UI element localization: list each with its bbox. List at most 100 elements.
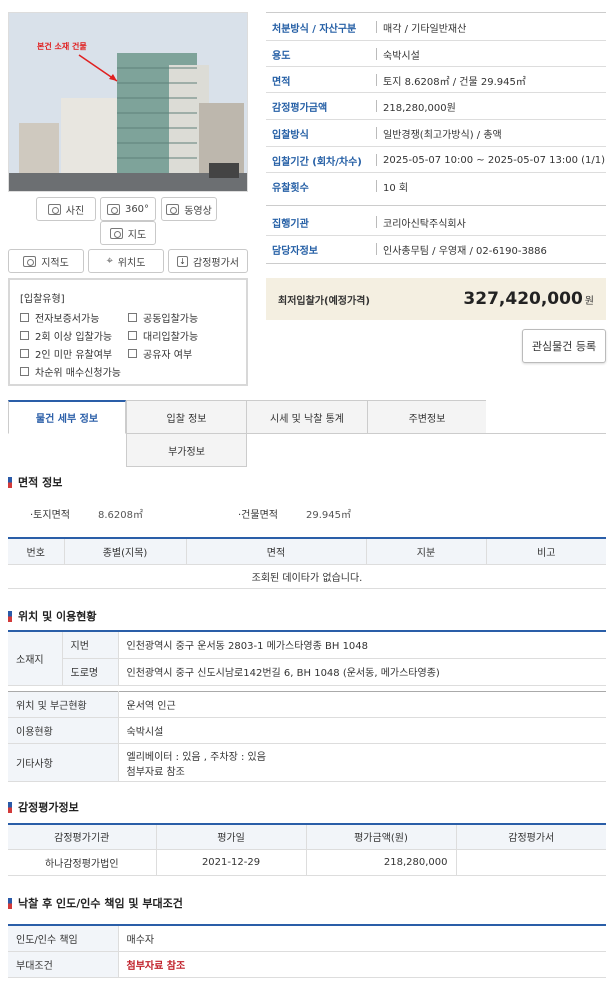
- col-appraiser: 감정평가기관: [8, 824, 157, 850]
- appraisal-amount: 218,280,000: [306, 849, 457, 876]
- location-section-title: 위치 및 이용현황: [8, 608, 97, 624]
- appraisal-report-cell[interactable]: [456, 849, 606, 876]
- checkbox[interactable]: [20, 331, 29, 340]
- appraisal-report-label: 감정평가서: [193, 257, 239, 269]
- etc-line: 엘리베이터 : 있음 , 주차장 : 있음: [126, 751, 266, 763]
- col-remarks: 비고: [486, 538, 606, 565]
- bid-option[interactable]: 2인 미만 유찰여부: [20, 346, 112, 361]
- col-number: 번호: [8, 538, 65, 565]
- empty-message: 조회된 데이타가 없습니다.: [8, 564, 606, 589]
- info-value: 매각 / 기타일반재산: [383, 23, 467, 35]
- bid-type-box: [입찰유형] 전자보증서가능 공동입찰가능 2회 이상 입찰가능 대리입찰가능 …: [8, 278, 248, 386]
- land-area-value: 8.6208㎡: [97, 510, 143, 521]
- building-summary: ·건물면적 29.945㎡: [238, 506, 351, 521]
- cadastral-map-icon: [23, 255, 37, 267]
- info-value: 인사총무팀 / 우영재 / 02-6190-3886: [383, 245, 547, 257]
- tab-bid-info[interactable]: 입찰 정보: [126, 400, 247, 434]
- info-row-bid-method: 입찰방식 일반경쟁(최고가방식) / 총액: [266, 120, 606, 146]
- bid-option[interactable]: 공동입찰가능: [128, 310, 198, 325]
- info-row-appraisal: 감정평가금액 218,280,000원: [266, 93, 606, 119]
- map-icon: [109, 227, 123, 239]
- location-pin-icon: ⌖: [106, 254, 113, 267]
- bid-option-label: 차순위 매수신청가능: [35, 368, 121, 379]
- conditions-label: 부대조건: [8, 951, 119, 978]
- table-header-row: 번호 종별(지목) 면적 지분 비고: [8, 538, 606, 565]
- etc-value: 엘리베이터 : 있음 , 주차장 : 있음첨부자료 참조: [118, 743, 606, 782]
- bid-option[interactable]: 2회 이상 입찰가능: [20, 328, 112, 343]
- appraisal-report-button[interactable]: ↓ 감정평가서: [168, 249, 248, 273]
- delivery-table: 인도/인수 책임 매수자 부대조건 첨부자료 참조: [8, 924, 606, 978]
- panorama-360-button[interactable]: 360°: [100, 197, 156, 221]
- info-key: 감정평가금액: [272, 102, 328, 114]
- bid-option[interactable]: 차순위 매수신청가능: [20, 364, 121, 379]
- panorama-360-label: 360°: [124, 203, 150, 215]
- table-row: 소재지 지번 인천광역시 중구 운서동 2803-1 메가스타영종 BH 104…: [8, 631, 606, 686]
- info-value: 토지 8.6208㎡ / 건물 29.945㎡: [383, 76, 526, 88]
- responsibility-label: 인도/인수 책임: [8, 925, 119, 952]
- info-value: 코리아신탁주식회사: [383, 218, 466, 230]
- tab-price-stats[interactable]: 시세 및 낙찰 통계: [246, 400, 368, 434]
- info-key: 입찰기간 (회차/차수): [272, 156, 362, 168]
- tab-surroundings[interactable]: 주변정보: [367, 400, 487, 434]
- checkbox[interactable]: [20, 349, 29, 358]
- road-address-label: 도로명: [62, 658, 119, 686]
- table-row: 하나감정평가법인 2021-12-29 218,280,000: [8, 849, 606, 876]
- building-area-label: ·건물면적: [238, 510, 278, 521]
- table-row: 도로명 인천광역시 중구 신도시남로142번길 6, BH 1048 (운서동,…: [8, 658, 606, 686]
- etc-line: 첨부자료 참조: [126, 766, 185, 778]
- info-key: 담당자정보: [272, 245, 318, 257]
- bid-option[interactable]: 공유자 여부: [128, 346, 192, 361]
- table-row: 조회된 데이타가 없습니다.: [8, 564, 606, 589]
- checkbox[interactable]: [20, 313, 29, 322]
- tab-spacer: [486, 400, 606, 434]
- col-appraisal-report: 감정평가서: [456, 824, 606, 850]
- col-area: 면적: [186, 538, 367, 565]
- col-share: 지분: [366, 538, 487, 565]
- info-key: 유찰횟수: [272, 182, 309, 194]
- video-button[interactable]: 동영상: [161, 197, 217, 221]
- checkbox[interactable]: [128, 313, 137, 322]
- info-key: 용도: [272, 50, 291, 62]
- minimum-bid-label: 최저입찰가(예정가격): [278, 295, 370, 307]
- appraisal-date: 2021-12-29: [156, 849, 307, 876]
- checkbox[interactable]: [20, 367, 29, 376]
- checkbox[interactable]: [128, 331, 137, 340]
- bid-type-title: [입찰유형]: [20, 294, 65, 305]
- cadastral-map-button[interactable]: 지적도: [8, 249, 84, 273]
- usage-status-label: 이용현황: [8, 717, 119, 744]
- bid-option-label: 2회 이상 입찰가능: [35, 332, 113, 343]
- usage-table: 위치 및 부근현황 운서역 인근 이용현황 숙박시설 기타사항 엘리베이터 : …: [8, 691, 606, 782]
- add-to-watchlist-button[interactable]: 관심물건 등록: [522, 329, 606, 363]
- delivery-section-title: 낙찰 후 인도/인수 책임 및 부대조건: [8, 895, 183, 911]
- photo-button[interactable]: 사진: [36, 197, 96, 221]
- vicinity-value: 운서역 인근: [118, 691, 606, 718]
- bid-option[interactable]: 전자보증서가능: [20, 310, 99, 325]
- info-value: 숙박시설: [383, 50, 420, 62]
- info-row-agency: 집행기관 코리아신탁주식회사: [266, 209, 606, 235]
- price-unit: 원: [584, 296, 594, 307]
- minimum-bid-value: 327,420,000: [463, 289, 583, 309]
- info-row-contact: 담당자정보 인사총무팀 / 우영재 / 02-6190-3886: [266, 236, 606, 262]
- bid-option[interactable]: 대리입찰가능: [128, 328, 198, 343]
- info-key: 집행기관: [272, 218, 309, 230]
- location-map-button[interactable]: ⌖ 위치도: [88, 249, 164, 273]
- table-row: 부대조건 첨부자료 참조: [8, 951, 606, 978]
- address-table: 소재지 지번 인천광역시 중구 운서동 2803-1 메가스타영종 BH 104…: [8, 630, 606, 686]
- property-photo[interactable]: 본건 소재 건물: [8, 12, 248, 192]
- bid-option-label: 전자보증서가능: [35, 314, 100, 325]
- info-value: 10 회: [383, 182, 409, 194]
- camera-icon: [47, 203, 61, 215]
- video-icon: [166, 203, 180, 215]
- info-value: 2025-05-07 10:00 ~ 2025-05-07 13:00 (1/1…: [383, 154, 606, 166]
- col-category: 종별(지목): [64, 538, 187, 565]
- tab-property-details[interactable]: 물건 세부 정보: [8, 400, 126, 434]
- usage-status-value: 숙박시설: [118, 717, 606, 744]
- etc-label: 기타사항: [8, 743, 119, 782]
- info-row-usage: 용도 숙박시설: [266, 41, 606, 67]
- checkbox[interactable]: [128, 349, 137, 358]
- tab-additional-info[interactable]: 부가정보: [126, 433, 247, 467]
- info-row-disposal: 처분방식 / 자산구분 매각 / 기타일반재산: [266, 14, 606, 40]
- map-button[interactable]: 지도: [100, 221, 156, 245]
- bid-option-label: 공유자 여부: [143, 350, 193, 361]
- responsibility-value: 매수자: [118, 925, 606, 952]
